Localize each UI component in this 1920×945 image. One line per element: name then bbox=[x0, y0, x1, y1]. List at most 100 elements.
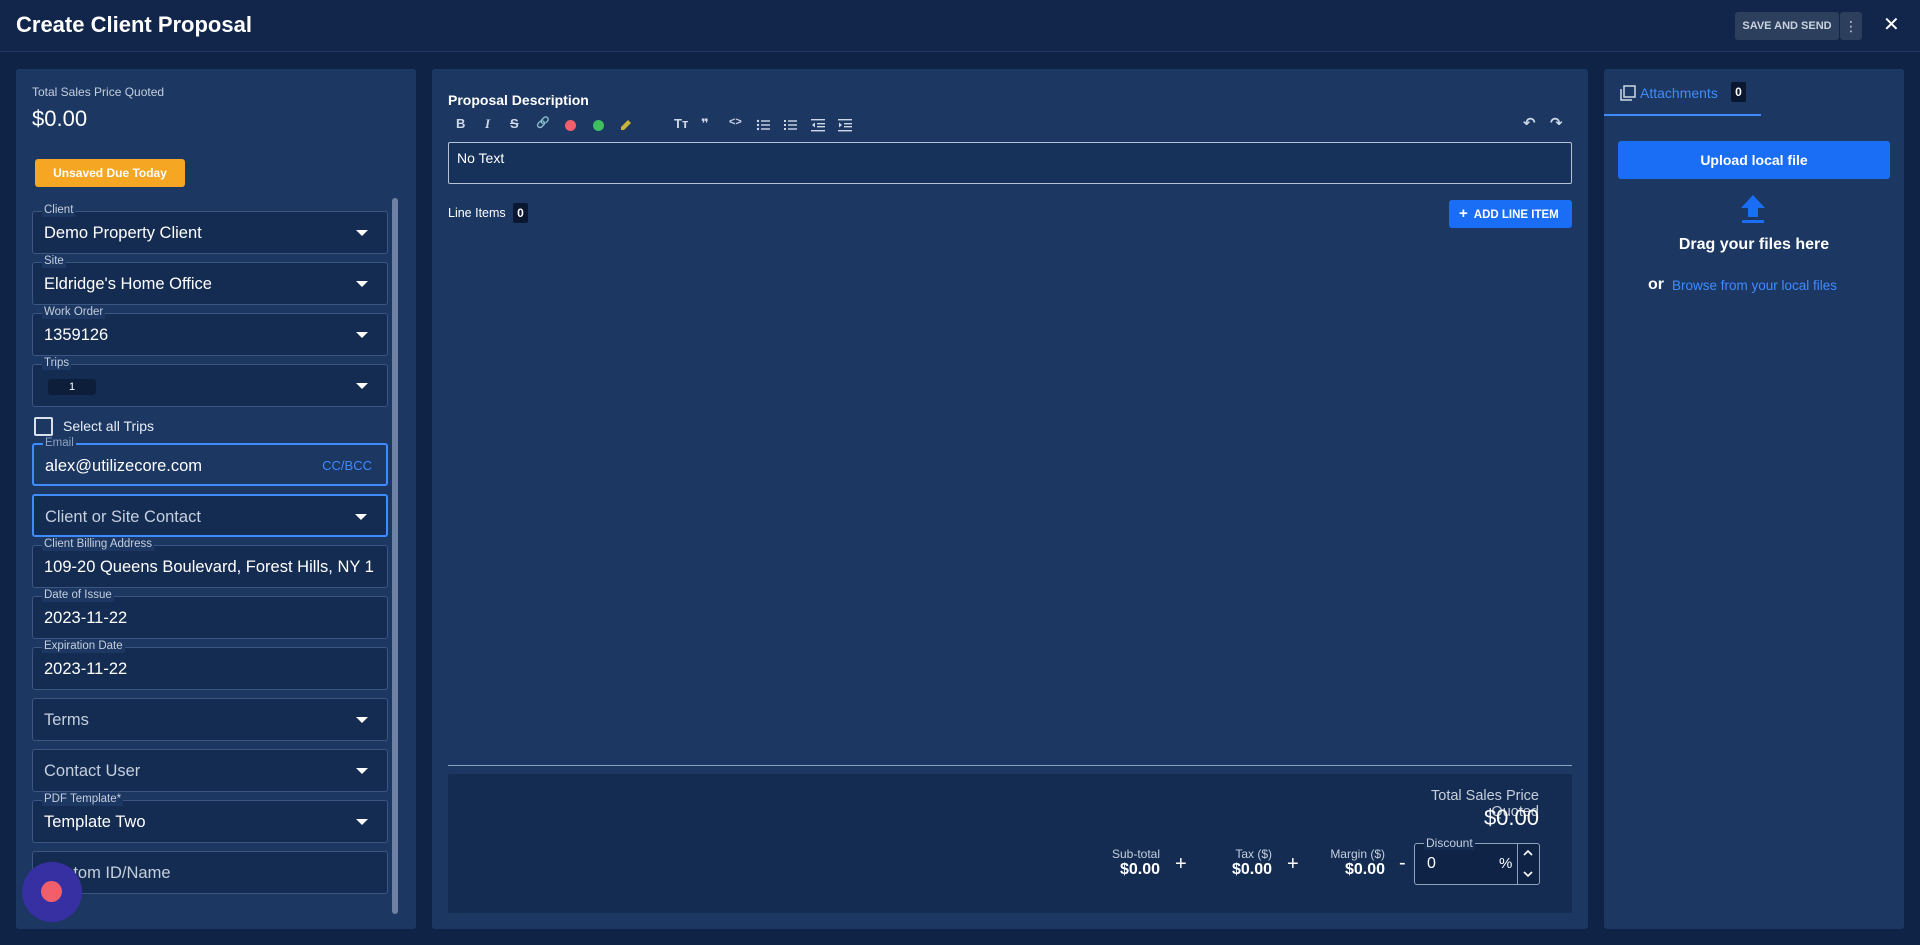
scrollbar-thumb[interactable] bbox=[392, 198, 398, 914]
link-icon[interactable]: 🔗 bbox=[536, 116, 550, 129]
close-icon[interactable]: ✕ bbox=[1883, 14, 1900, 36]
tax-label: Tax ($) bbox=[1235, 847, 1272, 861]
contact-user-select[interactable]: Contact User bbox=[32, 749, 388, 792]
discount-value: 0 bbox=[1427, 855, 1436, 872]
expiration-date-label: Expiration Date bbox=[42, 640, 125, 653]
line-items-divider bbox=[448, 765, 1572, 766]
strikethrough-icon[interactable]: S bbox=[510, 116, 519, 131]
upload-local-file-button[interactable]: Upload local file bbox=[1618, 141, 1890, 179]
pdf-template-value: Template Two bbox=[44, 813, 146, 831]
expiration-date-value: 2023-11-22 bbox=[44, 660, 128, 678]
total-sales-label: Total Sales Price Quoted bbox=[32, 85, 165, 99]
select-all-trips-label: Select all Trips bbox=[63, 418, 155, 434]
add-line-item-button[interactable]: + ADD LINE ITEM bbox=[1449, 200, 1572, 228]
cc-bcc-link[interactable]: CC/BCC bbox=[322, 458, 372, 473]
text-size-icon[interactable]: Tт bbox=[674, 116, 688, 131]
terms-placeholder: Terms bbox=[44, 711, 89, 729]
save-and-send-button[interactable]: SAVE AND SEND bbox=[1735, 12, 1839, 40]
browse-files-link[interactable]: Browse from your local files bbox=[1672, 278, 1837, 293]
date-of-issue-label: Date of Issue bbox=[42, 589, 114, 602]
indent-icon[interactable] bbox=[838, 118, 852, 132]
plus-icon: + bbox=[1459, 205, 1468, 222]
chevron-down-icon bbox=[355, 514, 367, 520]
chevron-down-icon bbox=[356, 717, 368, 723]
discount-label: Discount bbox=[1424, 836, 1475, 850]
work-order-label: Work Order bbox=[42, 306, 106, 319]
billing-address-label: Client Billing Address bbox=[42, 538, 155, 551]
page-title: Create Client Proposal bbox=[16, 12, 252, 37]
contact-placeholder: Client or Site Contact bbox=[45, 508, 201, 526]
date-of-issue-field[interactable]: Date of Issue 2023-11-22 bbox=[32, 589, 388, 639]
bold-icon[interactable]: B bbox=[456, 116, 465, 131]
select-all-trips-checkbox[interactable] bbox=[34, 417, 53, 436]
plus-sign: + bbox=[1287, 853, 1299, 875]
work-order-select[interactable]: Work Order 1359126 bbox=[32, 306, 388, 356]
line-items-count-badge: 0 bbox=[513, 203, 528, 223]
site-select[interactable]: Site Eldridge's Home Office bbox=[32, 255, 388, 305]
chevron-down-icon bbox=[356, 768, 368, 774]
chevron-down-icon bbox=[356, 819, 368, 825]
attachments-count-badge: 0 bbox=[1731, 82, 1746, 102]
billing-address-field[interactable]: Client Billing Address 109-20 Queens Bou… bbox=[32, 538, 388, 588]
upload-arrow-icon bbox=[1739, 194, 1767, 224]
header-bar bbox=[0, 0, 1920, 52]
more-options-button[interactable]: ⋮ bbox=[1840, 12, 1862, 40]
green-color-icon[interactable] bbox=[593, 120, 604, 131]
contact-select[interactable]: Client or Site Contact bbox=[32, 494, 388, 537]
chevron-down-icon bbox=[356, 281, 368, 287]
trips-select[interactable]: Trips 1 bbox=[32, 357, 388, 407]
numbered-list-icon[interactable] bbox=[783, 118, 797, 132]
editor-text: No Text bbox=[457, 150, 505, 166]
proposal-description-label: Proposal Description bbox=[448, 92, 589, 108]
active-tab-indicator bbox=[1604, 114, 1761, 116]
work-order-value: 1359126 bbox=[44, 326, 109, 344]
totals-total-value: $0.00 bbox=[1483, 805, 1539, 830]
quote-icon[interactable]: ❞ bbox=[701, 116, 709, 132]
site-value: Eldridge's Home Office bbox=[44, 275, 212, 293]
pdf-template-select[interactable]: PDF Template* Template Two bbox=[32, 793, 388, 843]
subtotal-label: Sub-total bbox=[1111, 847, 1160, 861]
chevron-down-icon bbox=[356, 230, 368, 236]
stepper-up-icon[interactable] bbox=[1521, 846, 1535, 860]
pdf-template-label: PDF Template* bbox=[42, 793, 124, 806]
attachments-icon bbox=[1620, 85, 1636, 101]
margin-label: Margin ($) bbox=[1330, 847, 1385, 861]
trips-label: Trips bbox=[42, 357, 72, 370]
plus-sign: + bbox=[1175, 853, 1187, 875]
email-label: Email bbox=[43, 437, 76, 450]
chat-icon bbox=[41, 881, 62, 902]
bullet-list-icon[interactable] bbox=[756, 118, 770, 132]
percent-unit: % bbox=[1499, 855, 1513, 872]
highlighter-icon[interactable] bbox=[619, 118, 633, 132]
drag-files-text: Drag your files here bbox=[1678, 236, 1830, 253]
undo-icon[interactable]: ↶ bbox=[1523, 114, 1536, 132]
outdent-icon[interactable] bbox=[811, 118, 825, 132]
italic-icon[interactable]: I bbox=[485, 116, 490, 132]
subtotal-value: $0.00 bbox=[1119, 861, 1160, 878]
client-label: Client bbox=[42, 204, 76, 217]
line-items-label: Line Items bbox=[448, 206, 506, 220]
expiration-date-field[interactable]: Expiration Date 2023-11-22 bbox=[32, 640, 388, 690]
trip-chip[interactable]: 1 bbox=[48, 379, 96, 395]
site-label: Site bbox=[42, 255, 66, 268]
status-badge: Unsaved Due Today bbox=[35, 159, 185, 187]
red-color-icon[interactable] bbox=[565, 120, 576, 131]
or-text: or bbox=[1648, 276, 1664, 293]
margin-value: $0.00 bbox=[1344, 861, 1385, 878]
client-select[interactable]: Client Demo Property Client bbox=[32, 204, 388, 254]
add-line-item-label: ADD LINE ITEM bbox=[1473, 209, 1559, 221]
terms-select[interactable]: Terms bbox=[32, 698, 388, 741]
tab-attachments[interactable]: Attachments bbox=[1640, 85, 1718, 101]
minus-sign: - bbox=[1399, 852, 1406, 874]
email-field[interactable]: Email alex@utilizecore.com CC/BCC bbox=[32, 437, 388, 486]
tax-value: $0.00 bbox=[1231, 861, 1272, 878]
custom-id-field[interactable]: Custom ID/Name bbox=[32, 851, 388, 894]
chevron-down-icon bbox=[356, 383, 368, 389]
chevron-down-icon bbox=[356, 332, 368, 338]
client-value: Demo Property Client bbox=[44, 224, 202, 242]
stepper-down-icon[interactable] bbox=[1521, 867, 1535, 881]
contact-user-placeholder: Contact User bbox=[44, 762, 141, 780]
redo-icon[interactable]: ↷ bbox=[1550, 114, 1563, 132]
proposal-description-editor[interactable]: No Text bbox=[448, 142, 1572, 184]
code-icon[interactable]: <> bbox=[729, 116, 742, 128]
